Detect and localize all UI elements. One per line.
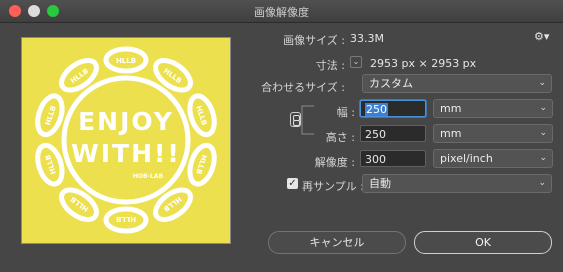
resample-value: 自動: [369, 177, 391, 190]
fit-to-label: 合わせるサイズ :: [261, 81, 345, 94]
preview-text-line2: WITH!!: [71, 139, 181, 168]
preview-small-text: HOB-LAB: [133, 173, 164, 180]
resample-dropdown[interactable]: 自動 ⌄: [362, 174, 552, 193]
fit-to-dropdown[interactable]: カスタム ⌄: [362, 74, 552, 93]
link-chain-icon[interactable]: [290, 112, 301, 127]
chevron-down-icon: ⌄: [539, 103, 547, 113]
preview-ring-label: HLLB: [44, 105, 58, 127]
resample-checkbox[interactable]: ✓: [287, 178, 298, 189]
chevron-down-icon: ⌄: [539, 128, 547, 138]
ok-button[interactable]: OK: [414, 231, 552, 254]
preview-ring-label: HLLB: [44, 154, 58, 176]
height-value: 250: [365, 128, 386, 141]
height-unit-dropdown[interactable]: mm ⌄: [433, 124, 553, 143]
width-value: 250: [365, 103, 388, 116]
height-input[interactable]: 250: [360, 125, 426, 142]
resample-label: 再サンプル :: [302, 180, 364, 193]
gear-icon[interactable]: ⚙▾: [534, 30, 549, 43]
width-label: 幅 :: [336, 106, 355, 119]
preview-artwork: HLLBHLLBHLLBHLLBHLLBHLLBHLLBHLLBHLLBHLLB…: [35, 46, 217, 234]
width-input[interactable]: 250: [360, 100, 426, 117]
preview-ring-label: HLLB: [116, 57, 136, 65]
height-label: 高さ :: [325, 131, 355, 144]
cancel-button[interactable]: キャンセル: [268, 231, 406, 254]
image-size-value: 33.3M: [350, 32, 384, 45]
resolution-value: 300: [365, 153, 386, 166]
chevron-down-icon[interactable]: ⌄: [350, 56, 362, 68]
chevron-down-icon: ⌄: [539, 153, 547, 163]
chevron-down-icon: ⌄: [538, 178, 546, 188]
preview-ring-label: HLLB: [194, 105, 208, 127]
fit-to-value: カスタム: [369, 77, 413, 90]
window-title: 画像解像度: [254, 6, 309, 19]
image-size-label: 画像サイズ :: [283, 34, 345, 47]
resolution-unit-dropdown[interactable]: pixel/inch ⌄: [433, 149, 553, 168]
resolution-input[interactable]: 300: [360, 150, 426, 167]
width-unit-value: mm: [440, 102, 462, 115]
dimensions-value: 2953 px × 2953 px: [370, 57, 477, 70]
preview-ring-label: HLLB: [116, 215, 136, 223]
dimensions-label: 寸法 :: [315, 59, 345, 72]
chevron-down-icon: ⌄: [538, 78, 546, 88]
height-unit-value: mm: [440, 127, 462, 140]
width-unit-dropdown[interactable]: mm ⌄: [433, 99, 553, 118]
preview-ring-label: HLLB: [194, 154, 208, 176]
resolution-label: 解像度 :: [314, 156, 355, 169]
image-preview: HLLB HLLB HLLB HLLB HLLB HLLB HLLB HLLB HLLB HLLB…: [21, 37, 231, 244]
resolution-unit-value: pixel/inch: [440, 152, 493, 165]
title-bar: 画像解像度: [0, 0, 563, 23]
preview-text-line1: ENJOY: [78, 107, 174, 136]
